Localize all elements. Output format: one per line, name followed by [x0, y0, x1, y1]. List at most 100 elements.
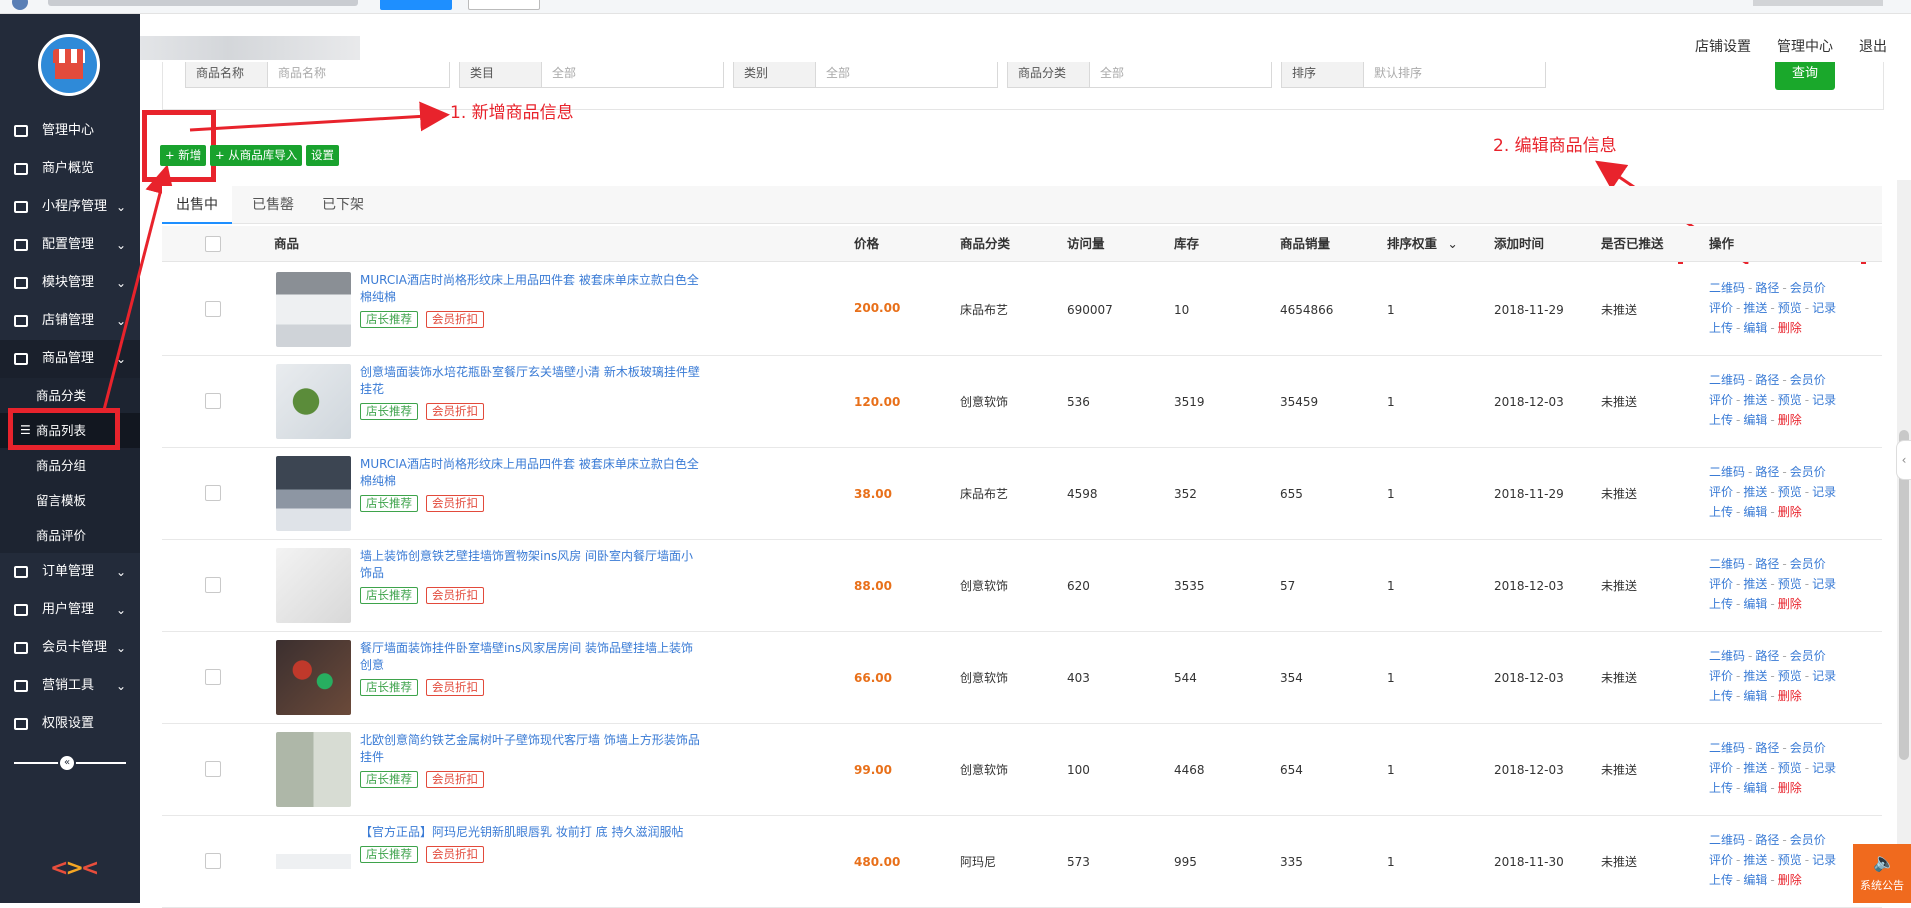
- op-link-9[interactable]: 删除: [1778, 873, 1802, 887]
- settings-button[interactable]: 设置: [306, 145, 339, 166]
- import-button[interactable]: + 从商品库导入: [210, 145, 303, 166]
- row-checkbox[interactable]: [205, 577, 221, 593]
- op-link-5[interactable]: 预览: [1778, 485, 1802, 499]
- op-link-4[interactable]: 推送: [1743, 761, 1767, 775]
- notice-primary-button[interactable]: [380, 0, 452, 10]
- op-link-6[interactable]: 记录: [1812, 577, 1836, 591]
- col-weight[interactable]: 排序权重 ⌄: [1387, 226, 1458, 262]
- op-link-5[interactable]: 预览: [1778, 301, 1802, 315]
- op-link-7[interactable]: 上传: [1709, 781, 1733, 795]
- op-link-8[interactable]: 编辑: [1743, 781, 1767, 795]
- sidebar-item-sidebar-items-0[interactable]: 管理中心: [0, 112, 140, 150]
- product-title-link[interactable]: 墙上装饰创意铁艺壁挂墙饰置物架ins风房 间卧室内餐厅墙面小饰品: [360, 548, 700, 582]
- op-link-8[interactable]: 编辑: [1743, 413, 1767, 427]
- op-link-3[interactable]: 评价: [1709, 669, 1733, 683]
- header-link-0[interactable]: 店铺设置: [1695, 36, 1751, 56]
- sidebar-item-sidebar-items_after-0[interactable]: 订单管理 ⌄: [0, 553, 140, 591]
- op-link-1[interactable]: 路径: [1755, 557, 1779, 571]
- op-link-4[interactable]: 推送: [1743, 393, 1767, 407]
- product-thumbnail[interactable]: [276, 824, 351, 899]
- row-checkbox[interactable]: [205, 853, 221, 869]
- filter-field-4[interactable]: 排序 默认排序: [1281, 62, 1546, 88]
- op-link-0[interactable]: 二维码: [1709, 465, 1745, 479]
- op-link-0[interactable]: 二维码: [1709, 649, 1745, 663]
- panel-collapse-handle[interactable]: ‹: [1896, 440, 1911, 480]
- op-link-2[interactable]: 会员价: [1790, 281, 1826, 295]
- sidebar-item-sidebar-items-6[interactable]: 商品管理 ⌄: [0, 340, 140, 378]
- product-title-link[interactable]: MURCIA酒店时尚格形纹床上用品四件套 被套床单床立款白色全棉纯棉: [360, 456, 700, 490]
- op-link-2[interactable]: 会员价: [1790, 465, 1826, 479]
- op-link-1[interactable]: 路径: [1755, 465, 1779, 479]
- op-link-1[interactable]: 路径: [1755, 373, 1779, 387]
- op-link-9[interactable]: 删除: [1778, 321, 1802, 335]
- sidebar-item-sidebar-items_after-1[interactable]: 用户管理 ⌄: [0, 591, 140, 629]
- product-thumbnail[interactable]: [276, 640, 351, 715]
- op-link-6[interactable]: 记录: [1812, 669, 1836, 683]
- op-link-2[interactable]: 会员价: [1790, 833, 1826, 847]
- sidebar-collapse-knob[interactable]: «: [58, 754, 76, 772]
- op-link-6[interactable]: 记录: [1812, 301, 1836, 315]
- product-title-link[interactable]: 【官方正品】阿玛尼光钥新肌眼唇乳 妆前打 底 持久滋润服帖: [360, 824, 700, 841]
- op-link-0[interactable]: 二维码: [1709, 557, 1745, 571]
- op-link-0[interactable]: 二维码: [1709, 281, 1745, 295]
- op-link-5[interactable]: 预览: [1778, 577, 1802, 591]
- op-link-4[interactable]: 推送: [1743, 485, 1767, 499]
- op-link-3[interactable]: 评价: [1709, 853, 1733, 867]
- op-link-5[interactable]: 预览: [1778, 853, 1802, 867]
- op-link-5[interactable]: 预览: [1778, 761, 1802, 775]
- op-link-8[interactable]: 编辑: [1743, 505, 1767, 519]
- op-link-1[interactable]: 路径: [1755, 281, 1779, 295]
- search-button[interactable]: 查询: [1775, 62, 1835, 90]
- op-link-6[interactable]: 记录: [1812, 761, 1836, 775]
- op-link-7[interactable]: 上传: [1709, 597, 1733, 611]
- sidebar-subitem-4[interactable]: 商品评价: [0, 518, 140, 553]
- op-link-8[interactable]: 编辑: [1743, 321, 1767, 335]
- sidebar-item-sidebar-items-5[interactable]: 店铺管理 ⌄: [0, 302, 140, 340]
- op-link-1[interactable]: 路径: [1755, 833, 1779, 847]
- op-link-0[interactable]: 二维码: [1709, 741, 1745, 755]
- op-link-5[interactable]: 预览: [1778, 669, 1802, 683]
- tab-on-sale[interactable]: 出售中: [162, 186, 232, 224]
- op-link-0[interactable]: 二维码: [1709, 373, 1745, 387]
- op-link-3[interactable]: 评价: [1709, 761, 1733, 775]
- sidebar-item-sidebar-items_after-2[interactable]: 会员卡管理 ⌄: [0, 629, 140, 667]
- sidebar-item-sidebar-items-3[interactable]: 配置管理 ⌄: [0, 226, 140, 264]
- op-link-1[interactable]: 路径: [1755, 649, 1779, 663]
- notice-secondary-button[interactable]: [468, 0, 540, 10]
- product-thumbnail[interactable]: [276, 456, 351, 531]
- op-link-3[interactable]: 评价: [1709, 393, 1733, 407]
- filter-field-0[interactable]: 商品名称 商品名称: [185, 62, 450, 88]
- op-link-0[interactable]: 二维码: [1709, 833, 1745, 847]
- op-link-8[interactable]: 编辑: [1743, 873, 1767, 887]
- row-checkbox[interactable]: [205, 485, 221, 501]
- tab-sold-out[interactable]: 已售罄: [238, 186, 308, 224]
- sidebar-item-sidebar-items_after-3[interactable]: 营销工具 ⌄: [0, 667, 140, 705]
- op-link-5[interactable]: 预览: [1778, 393, 1802, 407]
- product-thumbnail[interactable]: [276, 548, 351, 623]
- op-link-8[interactable]: 编辑: [1743, 689, 1767, 703]
- filter-field-1[interactable]: 类目 全部: [459, 62, 724, 88]
- header-link-1[interactable]: 管理中心: [1777, 36, 1833, 56]
- op-link-2[interactable]: 会员价: [1790, 741, 1826, 755]
- select-all-checkbox[interactable]: [205, 236, 221, 252]
- op-link-9[interactable]: 删除: [1778, 781, 1802, 795]
- op-link-9[interactable]: 删除: [1778, 689, 1802, 703]
- op-link-4[interactable]: 推送: [1743, 577, 1767, 591]
- op-link-8[interactable]: 编辑: [1743, 597, 1767, 611]
- op-link-3[interactable]: 评价: [1709, 301, 1733, 315]
- product-title-link[interactable]: MURCIA酒店时尚格形纹床上用品四件套 被套床单床立款白色全棉纯棉: [360, 272, 700, 306]
- op-link-4[interactable]: 推送: [1743, 301, 1767, 315]
- op-link-7[interactable]: 上传: [1709, 321, 1733, 335]
- op-link-6[interactable]: 记录: [1812, 853, 1836, 867]
- sidebar-subitem-3[interactable]: 留言模板: [0, 483, 140, 518]
- op-link-7[interactable]: 上传: [1709, 413, 1733, 427]
- product-title-link[interactable]: 餐厅墙面装饰挂件卧室墙壁ins风家居房间 装饰品壁挂墙上装饰创意: [360, 640, 700, 674]
- op-link-9[interactable]: 删除: [1778, 413, 1802, 427]
- row-checkbox[interactable]: [205, 761, 221, 777]
- op-link-1[interactable]: 路径: [1755, 741, 1779, 755]
- product-title-link[interactable]: 创意墙面装饰水培花瓶卧室餐厅玄关墙壁小清 新木板玻璃挂件壁挂花: [360, 364, 700, 398]
- row-checkbox[interactable]: [205, 301, 221, 317]
- header-link-2[interactable]: 退出: [1859, 36, 1887, 56]
- filter-field-3[interactable]: 商品分类 全部: [1007, 62, 1272, 88]
- filter-field-2[interactable]: 类别 全部: [733, 62, 998, 88]
